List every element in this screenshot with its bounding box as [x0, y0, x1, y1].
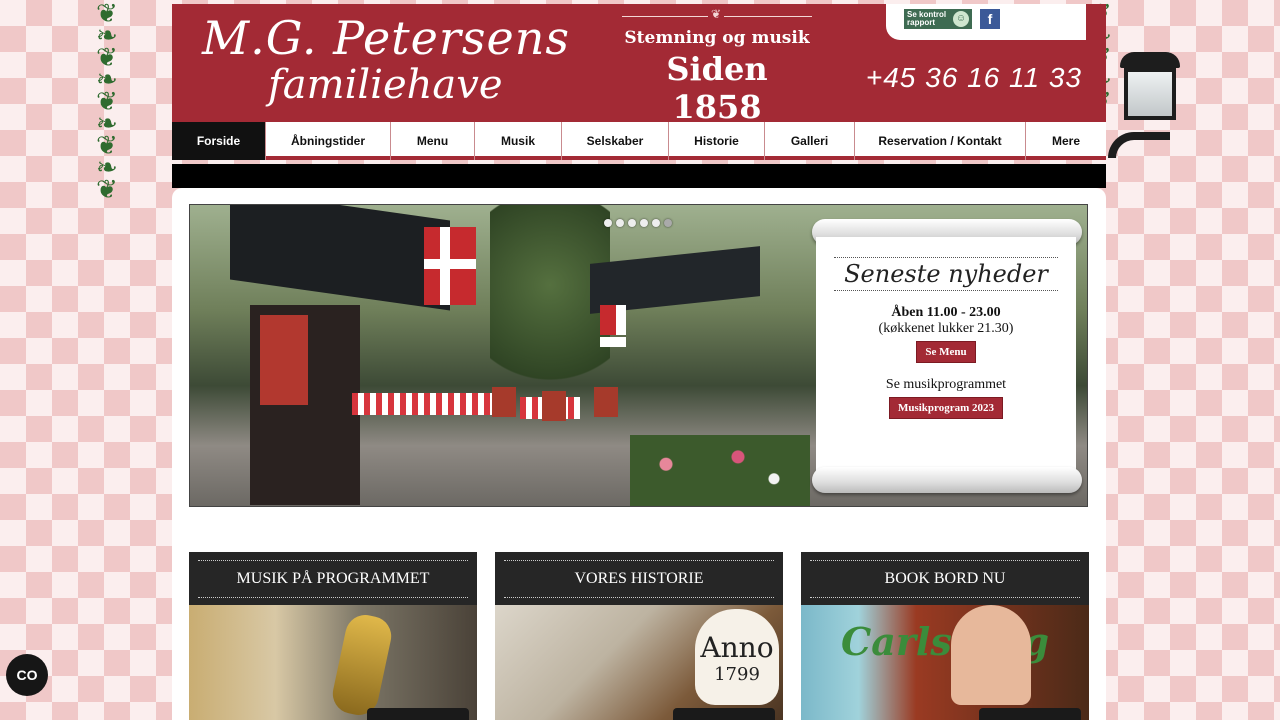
- booth-door-shape: [260, 315, 308, 405]
- box-link-button[interactable]: [367, 708, 469, 720]
- lamp-cap: [1120, 52, 1180, 68]
- news-panel: Seneste nyheder Åben 11.00 - 23.00 (køkk…: [816, 237, 1076, 473]
- slider-dot-active[interactable]: [664, 219, 672, 227]
- nav-underbar: [172, 164, 1106, 188]
- site-logo[interactable]: M.G. Petersens familiehave: [202, 12, 570, 106]
- music-image: [189, 605, 477, 720]
- music-program-text: Se musikprogrammet: [885, 377, 1007, 392]
- anno-sign: Anno 1799: [695, 609, 779, 705]
- see-menu-button[interactable]: Se Menu: [916, 341, 976, 363]
- nav-item-abningstider[interactable]: Åbningstider: [266, 122, 391, 160]
- box-title: BOOK BORD NU: [810, 559, 1080, 598]
- chair-shape: [492, 387, 516, 417]
- nav-item-menu[interactable]: Menu: [391, 122, 475, 160]
- slider-dot[interactable]: [628, 219, 636, 227]
- accessibility-button[interactable]: CO: [6, 654, 48, 696]
- vine-decoration-left: ❦ ❧ ❦ ❧ ❦ ❧ ❦ ❧ ❦: [96, 0, 118, 204]
- box-link-button[interactable]: [673, 708, 775, 720]
- box-header: VORES HISTORIE: [495, 552, 783, 605]
- ornament-divider: [622, 7, 812, 24]
- checkered-table: [352, 393, 492, 415]
- box-header: BOOK BORD NU: [801, 552, 1089, 605]
- anno-year: 1799: [714, 664, 760, 685]
- nav-item-mere[interactable]: Mere: [1026, 122, 1106, 160]
- news-scroll: Seneste nyheder Åben 11.00 - 23.00 (køkk…: [812, 219, 1082, 493]
- booking-box[interactable]: BOOK BORD NU Carlsberg: [801, 552, 1089, 720]
- nav-item-reservation[interactable]: Reservation / Kontakt: [855, 122, 1026, 160]
- site-header: M.G. Petersens familiehave Stemning og m…: [172, 4, 1106, 141]
- slider-dot[interactable]: [640, 219, 648, 227]
- nav-item-selskaber[interactable]: Selskaber: [562, 122, 669, 160]
- slider-dot[interactable]: [616, 219, 624, 227]
- danish-flag: [424, 227, 476, 305]
- awning-shape: [230, 205, 450, 311]
- social-tab: Se kontrol rapport ☺ f: [886, 4, 1086, 40]
- street-lamp-decoration: [1108, 52, 1192, 182]
- nav-item-forside[interactable]: Forside: [172, 122, 266, 160]
- danish-flag: [600, 305, 626, 347]
- kitchen-note: (køkkenet lukker 21.30): [878, 321, 1014, 336]
- music-program-button[interactable]: Musikprogram 2023: [888, 397, 1004, 419]
- box-title: MUSIK PÅ PROGRAMMET: [198, 559, 468, 598]
- box-header: MUSIK PÅ PROGRAMMET: [189, 552, 477, 605]
- booking-image: Carlsberg: [801, 605, 1089, 720]
- box-title: VORES HISTORIE: [504, 559, 774, 598]
- kontrol-rapport-label: Se kontrol rapport: [907, 10, 947, 27]
- history-image: Anno 1799: [495, 605, 783, 720]
- main-nav: Forside Åbningstider Menu Musik Selskabe…: [172, 122, 1106, 160]
- saxophone-shape: [329, 611, 395, 719]
- main-content: Seneste nyheder Åben 11.00 - 23.00 (køkk…: [172, 188, 1106, 720]
- image-slider[interactable]: Seneste nyheder Åben 11.00 - 23.00 (køkk…: [189, 204, 1088, 507]
- lamp-arm: [1108, 132, 1170, 158]
- slider-dot[interactable]: [652, 219, 660, 227]
- scroll-roll-bottom: [812, 467, 1082, 493]
- nav-item-historie[interactable]: Historie: [669, 122, 765, 160]
- music-box[interactable]: MUSIK PÅ PROGRAMMET: [189, 552, 477, 720]
- slider-dot[interactable]: [604, 219, 612, 227]
- nav-item-galleri[interactable]: Galleri: [765, 122, 855, 160]
- flower-bed: [630, 435, 810, 506]
- chair-shape: [594, 387, 618, 417]
- history-box[interactable]: VORES HISTORIE Anno 1799: [495, 552, 783, 720]
- anno-text: Anno: [700, 631, 774, 664]
- site-container: M.G. Petersens familiehave Stemning og m…: [172, 4, 1106, 720]
- tagline-big: Siden 1858: [666, 50, 768, 126]
- logo-line-2: familiehave: [268, 62, 503, 108]
- facebook-icon[interactable]: f: [980, 9, 1000, 29]
- smiley-icon: ☺: [953, 11, 969, 27]
- nav-item-musik[interactable]: Musik: [475, 122, 562, 160]
- news-title: Seneste nyheder: [834, 257, 1058, 291]
- chair-shape: [542, 391, 566, 421]
- kontrol-rapport-badge[interactable]: Se kontrol rapport ☺: [904, 9, 972, 29]
- tagline-small: Stemning og musik: [624, 28, 810, 48]
- opening-hours: Åben 11.00 - 23.00: [891, 305, 1001, 320]
- lamp-glass: [1124, 68, 1176, 120]
- awning-shape: [590, 246, 760, 314]
- person-photo: [951, 605, 1031, 705]
- box-link-button[interactable]: [979, 708, 1081, 720]
- phone-number[interactable]: +45 36 16 11 33: [866, 62, 1082, 94]
- logo-line-1: M.G. Petersens: [202, 11, 570, 65]
- slider-dots: [604, 219, 672, 227]
